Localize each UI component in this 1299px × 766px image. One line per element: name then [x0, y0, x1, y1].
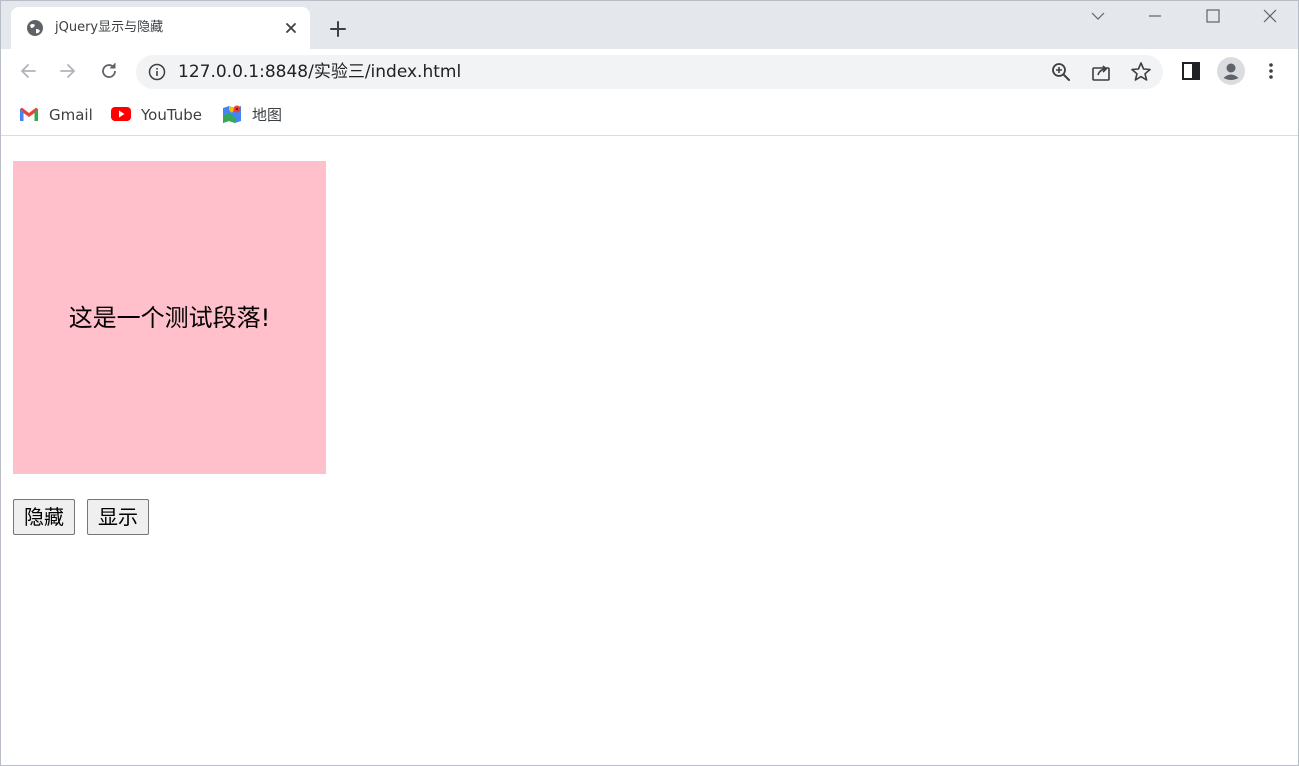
back-button[interactable]: [13, 56, 43, 86]
close-icon: [286, 23, 296, 33]
profile-avatar-icon[interactable]: [1217, 57, 1245, 85]
youtube-icon: [111, 107, 131, 121]
show-button[interactable]: 显示: [87, 499, 149, 535]
maximize-icon: [1206, 9, 1220, 23]
bookmark-label: YouTube: [141, 106, 202, 124]
tab-close-button[interactable]: [281, 18, 301, 38]
close-icon: [1263, 9, 1277, 23]
side-panel-icon[interactable]: [1179, 59, 1203, 83]
bookmark-gmail[interactable]: Gmail: [19, 104, 94, 126]
star-icon[interactable]: [1129, 60, 1153, 84]
page-viewport: 这是一个测试段落! 隐藏 显示: [1, 136, 1298, 765]
info-icon[interactable]: [148, 63, 166, 81]
test-paragraph-text: 这是一个测试段落!: [68, 303, 271, 332]
globe-icon: [27, 20, 43, 36]
zoom-icon[interactable]: [1049, 60, 1073, 84]
reload-icon: [102, 63, 116, 78]
browser-window: jQuery显示与隐藏 127.0.0.1:8848/实验三/index.htm…: [0, 0, 1299, 766]
minimize-icon: [1149, 15, 1161, 17]
arrow-right-icon: [60, 64, 76, 78]
tab-search-button[interactable]: [1075, 1, 1121, 33]
bookmark-label: Gmail: [49, 106, 93, 124]
browser-tab[interactable]: jQuery显示与隐藏: [11, 7, 310, 49]
bookmarks-bar: Gmail YouTube 地图: [1, 95, 1298, 136]
reload-button[interactable]: [94, 56, 124, 86]
tab-strip: jQuery显示与隐藏: [1, 1, 1298, 49]
gmail-icon: [20, 107, 38, 121]
window-close-button[interactable]: [1247, 1, 1293, 33]
new-tab-button[interactable]: [325, 16, 351, 42]
url-text[interactable]: 127.0.0.1:8848/实验三/index.html: [178, 62, 461, 82]
address-bar[interactable]: 127.0.0.1:8848/实验三/index.html: [136, 55, 1163, 89]
kebab-menu-icon[interactable]: [1259, 59, 1283, 83]
arrow-left-icon: [20, 64, 36, 78]
test-paragraph-box: 这是一个测试段落!: [13, 161, 326, 474]
bookmark-label: 地图: [252, 106, 283, 124]
tab-title: jQuery显示与隐藏: [55, 20, 164, 35]
maps-icon: [223, 105, 241, 123]
hide-button[interactable]: 隐藏: [13, 499, 75, 535]
chevron-down-icon: [1091, 12, 1105, 20]
maximize-button[interactable]: [1190, 1, 1236, 33]
forward-button[interactable]: [53, 56, 83, 86]
browser-toolbar: 127.0.0.1:8848/实验三/index.html: [1, 49, 1298, 95]
bookmark-youtube[interactable]: YouTube: [111, 104, 206, 126]
share-icon[interactable]: [1089, 60, 1113, 84]
minimize-button[interactable]: [1132, 1, 1178, 33]
plus-icon: [330, 21, 346, 37]
bookmark-maps[interactable]: 地图: [222, 104, 292, 126]
